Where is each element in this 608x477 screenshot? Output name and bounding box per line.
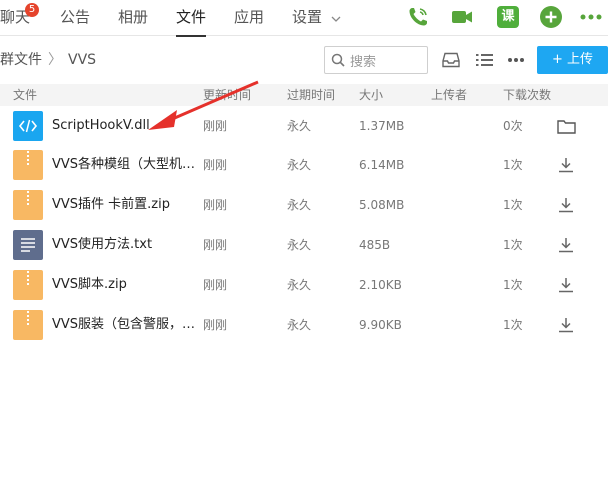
- file-size: 5.08MB: [359, 198, 405, 212]
- breadcrumb-separator-icon: 〉: [48, 52, 62, 68]
- file-updated: 刚刚: [203, 158, 228, 172]
- file-downloads: 1次: [503, 278, 523, 292]
- file-updated: 刚刚: [203, 238, 228, 252]
- unread-badge: 5: [25, 3, 40, 17]
- search-icon: [331, 53, 345, 67]
- tab-announcements-label: 公告: [60, 8, 91, 26]
- file-row[interactable]: VVS各种模组（大型机… 刚刚 永久 6.14MB 1次: [0, 147, 608, 186]
- file-expires: 永久: [287, 278, 312, 292]
- file-name[interactable]: VVS插件 卡前置.zip: [52, 187, 170, 223]
- download-icon[interactable]: [556, 275, 576, 295]
- file-downloads: 1次: [503, 238, 523, 252]
- zip-file-icon: [13, 270, 43, 300]
- zip-file-icon: [13, 190, 43, 220]
- more-icon[interactable]: [578, 4, 604, 30]
- file-row[interactable]: VVS使用方法.txt 刚刚 永久 485B 1次: [0, 227, 608, 266]
- tab-apps-label: 应用: [234, 8, 265, 26]
- file-updated: 刚刚: [203, 198, 228, 212]
- download-icon[interactable]: [556, 155, 576, 175]
- column-header-updated[interactable]: 更新时间: [203, 84, 251, 106]
- phone-icon[interactable]: [405, 4, 431, 30]
- file-size: 1.37MB: [359, 119, 405, 133]
- file-expires: 永久: [287, 198, 312, 212]
- search-input[interactable]: 搜索: [324, 46, 428, 74]
- file-expires: 永久: [287, 318, 312, 332]
- top-tab-bar: 聊天 5 公告 相册 文件 应用 设置 课: [0, 0, 608, 37]
- file-expires: 永久: [287, 238, 312, 252]
- course-icon[interactable]: 课: [495, 4, 521, 30]
- file-updated: 刚刚: [203, 318, 228, 332]
- file-expires: 永久: [287, 158, 312, 172]
- file-size: 6.14MB: [359, 158, 405, 172]
- tab-album-label: 相册: [118, 8, 149, 26]
- file-name[interactable]: VVS各种模组（大型机…: [52, 147, 195, 183]
- file-downloads: 1次: [503, 158, 523, 172]
- column-header-file[interactable]: 文件: [13, 84, 37, 106]
- breadcrumb: 群文件〉 VVS: [0, 46, 96, 74]
- file-row[interactable]: ScriptHookV.dll 刚刚 永久 1.37MB 0次: [0, 108, 608, 147]
- file-downloads: 0次: [503, 119, 523, 133]
- file-updated: 刚刚: [203, 278, 228, 292]
- file-name[interactable]: VVS服装（包含警服，…: [52, 307, 195, 343]
- file-size: 485B: [359, 238, 391, 252]
- tab-album[interactable]: 相册: [118, 0, 148, 36]
- file-updated: 刚刚: [203, 119, 228, 133]
- list-view-icon[interactable]: [474, 50, 494, 70]
- zip-file-icon: [13, 150, 43, 180]
- search-placeholder: 搜索: [350, 54, 377, 70]
- breadcrumb-current: VVS: [68, 52, 97, 68]
- tab-apps[interactable]: 应用: [234, 0, 264, 36]
- tab-files-label: 文件: [176, 8, 207, 26]
- file-row[interactable]: VVS服装（包含警服，… 刚刚 永久 9.90KB 1次: [0, 307, 608, 346]
- upload-button[interactable]: + 上传: [537, 46, 608, 74]
- tab-chat[interactable]: 聊天 5: [0, 0, 40, 36]
- file-size: 2.10KB: [359, 278, 402, 292]
- file-downloads: 1次: [503, 198, 523, 212]
- download-icon[interactable]: [556, 315, 576, 335]
- dll-file-icon: [13, 111, 43, 141]
- file-downloads: 1次: [503, 318, 523, 332]
- column-header-expires[interactable]: 过期时间: [287, 84, 335, 106]
- upload-button-label: 上传: [567, 52, 594, 67]
- video-icon[interactable]: [449, 4, 475, 30]
- tab-settings[interactable]: 设置: [292, 0, 341, 36]
- inbox-icon[interactable]: [441, 50, 461, 70]
- tab-settings-label: 设置: [292, 8, 323, 26]
- file-name[interactable]: VVS使用方法.txt: [52, 227, 152, 263]
- file-name[interactable]: ScriptHookV.dll: [52, 108, 150, 144]
- file-row[interactable]: VVS插件 卡前置.zip 刚刚 永久 5.08MB 1次: [0, 187, 608, 226]
- more-options-icon[interactable]: [506, 50, 526, 70]
- download-icon[interactable]: [556, 195, 576, 215]
- course-icon-label: 课: [497, 6, 519, 28]
- column-header-downloads[interactable]: 下载次数: [503, 84, 551, 106]
- download-icon[interactable]: [556, 235, 576, 255]
- file-row[interactable]: VVS脚本.zip 刚刚 永久 2.10KB 1次: [0, 267, 608, 306]
- file-size: 9.90KB: [359, 318, 402, 332]
- breadcrumb-root[interactable]: 群文件: [0, 52, 42, 68]
- column-header-uploader[interactable]: 上传者: [431, 84, 467, 106]
- folder-icon[interactable]: [556, 116, 576, 136]
- file-table-header: 文件 更新时间 过期时间 大小 上传者 下载次数: [0, 84, 608, 106]
- plus-icon: +: [551, 52, 567, 67]
- chevron-down-icon: [331, 1, 341, 35]
- add-circle-icon[interactable]: [538, 4, 564, 30]
- txt-file-icon: [13, 230, 43, 260]
- file-expires: 永久: [287, 119, 312, 133]
- tab-files[interactable]: 文件: [176, 0, 207, 37]
- tab-announcements[interactable]: 公告: [60, 0, 90, 36]
- zip-file-icon: [13, 310, 43, 340]
- column-header-size[interactable]: 大小: [359, 84, 383, 106]
- file-name[interactable]: VVS脚本.zip: [52, 267, 127, 303]
